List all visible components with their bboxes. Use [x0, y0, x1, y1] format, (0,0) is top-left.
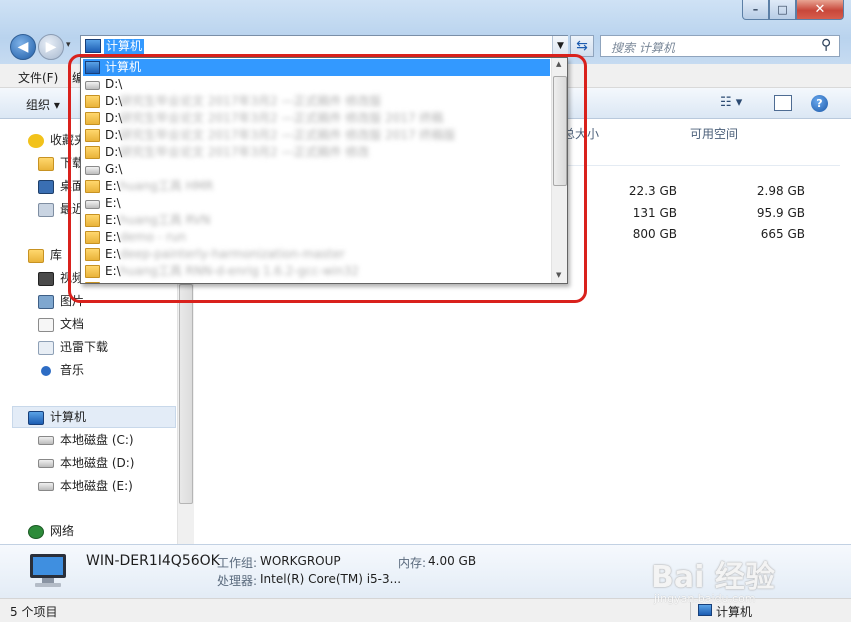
computer-icon: [28, 410, 44, 425]
memory-label: 内存:: [398, 556, 427, 570]
status-location: 计算机: [716, 605, 753, 619]
preview-pane-icon[interactable]: [774, 95, 792, 111]
help-icon[interactable]: ?: [811, 95, 828, 112]
search-input[interactable]: 搜索 计算机 ⚲: [600, 35, 840, 57]
back-button[interactable]: ◀: [10, 34, 36, 60]
search-icon[interactable]: ⚲: [821, 37, 831, 53]
processor-label: 处理器:: [217, 574, 258, 588]
close-button[interactable]: ✕: [796, 0, 844, 20]
computer-icon: [26, 553, 70, 589]
drive-total: 22.3 GB: [628, 184, 677, 198]
workgroup-label: 工作组:: [217, 556, 258, 570]
drive-icon: [38, 459, 54, 468]
system-drive-icon: [38, 436, 54, 445]
drive-icon: [38, 482, 54, 491]
search-placeholder: 搜索 计算机: [611, 41, 675, 55]
desktop-icon: [38, 179, 54, 194]
workgroup-value: WORKGROUP: [260, 554, 341, 568]
drive-total: 800 GB: [632, 227, 677, 241]
downloads-folder-icon: [38, 156, 54, 171]
address-text[interactable]: 计算机: [104, 39, 145, 54]
recent-places-icon: [38, 202, 54, 217]
change-view-icon[interactable]: ☷ ▾: [720, 95, 760, 110]
star-icon: [28, 133, 44, 148]
menu-file[interactable]: 文件(F): [18, 69, 58, 86]
content-edge: [840, 119, 851, 544]
nav-documents[interactable]: 文档: [38, 314, 84, 334]
nav-xunlei-downloads[interactable]: 迅雷下载: [38, 337, 108, 357]
drive-total: 131 GB: [632, 206, 677, 220]
xunlei-folder-icon: [38, 340, 54, 355]
drive-free: 2.98 GB: [756, 184, 805, 198]
nav-libraries[interactable]: 库: [28, 245, 62, 265]
nav-drive-e[interactable]: 本地磁盘 (E:): [38, 476, 133, 496]
pictures-icon: [38, 294, 54, 309]
forward-button[interactable]: ▶: [38, 34, 64, 60]
processor-value: Intel(R) Core(TM) i5-3...: [260, 572, 402, 586]
network-icon: [28, 524, 44, 539]
highlight-annotation: [68, 54, 587, 303]
video-icon: [38, 271, 54, 286]
memory-value: 4.00 GB: [428, 554, 477, 568]
documents-icon: [38, 317, 54, 332]
drive-free: 95.9 GB: [756, 206, 805, 220]
address-dropdown-icon[interactable]: ▼: [552, 36, 568, 56]
recent-pages-dropdown-icon[interactable]: ▾: [66, 40, 71, 50]
maximize-button[interactable]: □: [769, 0, 796, 20]
nav-drive-d[interactable]: 本地磁盘 (D:): [38, 453, 134, 473]
nav-drive-c[interactable]: 本地磁盘 (C:): [38, 430, 134, 450]
column-header-free-space[interactable]: 可用空间: [690, 125, 738, 142]
computer-icon: [85, 39, 101, 53]
watermark-url: jingyan.baidu.com: [654, 592, 756, 605]
item-count: 5 个项目: [10, 605, 58, 619]
nav-computer[interactable]: 计算机: [28, 407, 86, 427]
computer-name: WIN-DER1I4Q56OK: [86, 553, 220, 569]
nav-music[interactable]: 音乐: [38, 360, 84, 380]
watermark-logo: Bai 经验: [651, 560, 775, 595]
library-icon: [28, 248, 44, 263]
computer-icon: [698, 604, 712, 616]
nav-network[interactable]: 网络: [28, 521, 74, 541]
scrollbar-thumb[interactable]: [179, 284, 193, 504]
drive-free: 665 GB: [760, 227, 805, 241]
music-icon: [41, 365, 51, 376]
minimize-button[interactable]: –: [742, 0, 769, 20]
organize-button[interactable]: 组织 ▾: [26, 96, 60, 113]
